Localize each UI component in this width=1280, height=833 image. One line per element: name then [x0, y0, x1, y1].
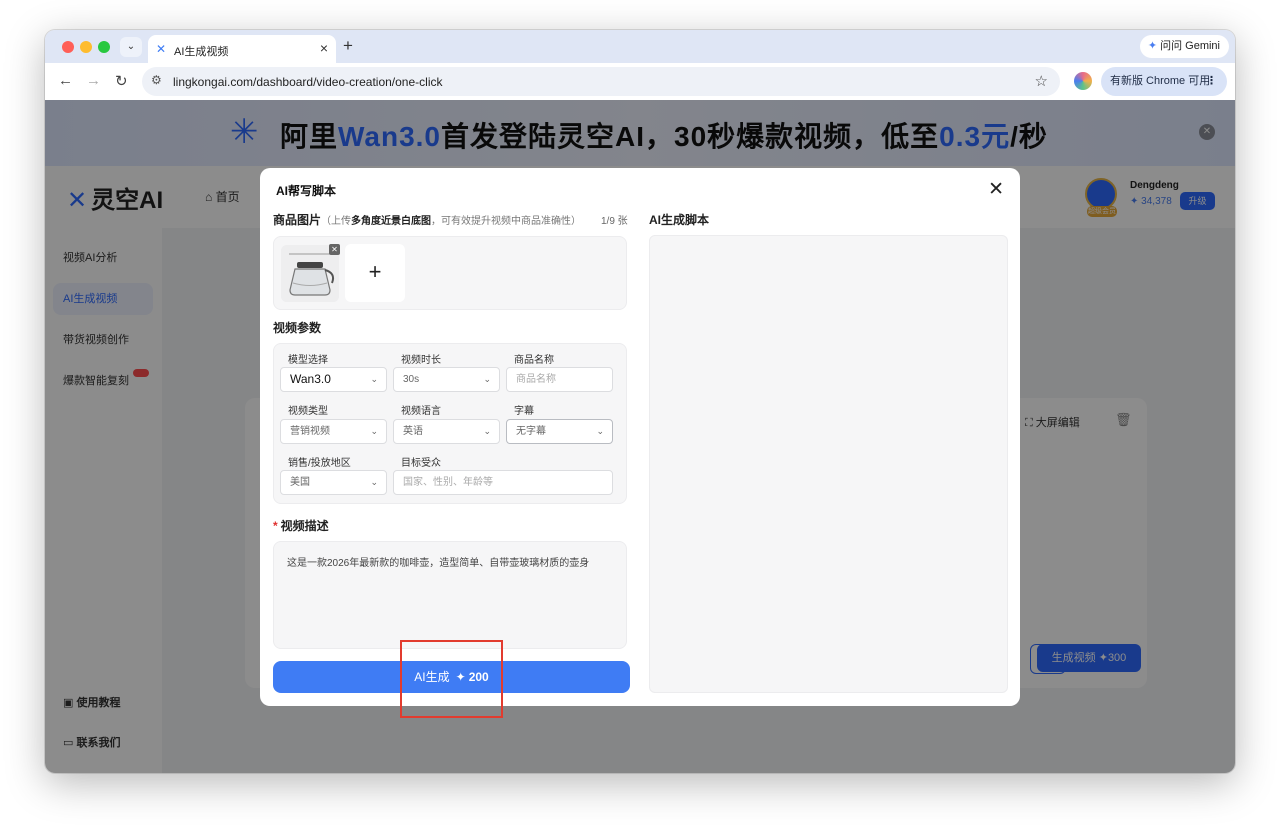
chevron-down-icon: ⌄: [483, 374, 491, 384]
plus-icon: +: [368, 259, 382, 284]
video-type-select[interactable]: 营销视频 ⌄: [280, 419, 387, 444]
bookmark-star-icon[interactable]: ☆: [1035, 72, 1048, 90]
url-text: lingkongai.com/dashboard/video-creation/…: [173, 75, 443, 89]
add-image-button[interactable]: +: [345, 244, 405, 302]
profile-avatar[interactable]: [1074, 72, 1092, 90]
chevron-down-icon: ⌄: [370, 426, 378, 436]
script-output-panel: [649, 235, 1008, 693]
params-label: 视频参数: [273, 321, 322, 335]
dialog-close-icon[interactable]: ✕: [988, 178, 1004, 201]
tab-close-icon[interactable]: ×: [320, 40, 328, 56]
region-select[interactable]: 美国 ⌄: [280, 470, 387, 495]
gemini-sparkle-icon: ✦: [1147, 40, 1158, 52]
language-select[interactable]: 英语 ⌄: [393, 419, 500, 444]
model-select[interactable]: Wan3.0 ⌄: [280, 367, 387, 392]
subtitle-select[interactable]: 无字幕 ⌄: [506, 419, 613, 444]
ai-script-dialog: AI帮写脚本 ✕ 商品图片（上传多角度近景白底图，可有效提升视频中商品准确性） …: [260, 168, 1020, 706]
back-arrow-icon[interactable]: ←: [58, 72, 73, 89]
desc-label: * 视频描述: [273, 519, 329, 533]
site-settings-icon[interactable]: ⚙: [151, 73, 162, 87]
tab-ai-video[interactable]: ✕ AI生成视频 ×: [148, 35, 336, 63]
address-bar[interactable]: ⚙ lingkongai.com/dashboard/video-creatio…: [142, 67, 1060, 96]
new-tab-icon[interactable]: +: [343, 36, 353, 56]
site-favicon-icon: ✕: [156, 42, 167, 56]
browser-toolbar: ← → ↻ ⚙ lingkongai.com/dashboard/video-c…: [45, 63, 1235, 100]
chevron-down-icon: ⌄: [596, 426, 604, 436]
language-label: 视频语言: [401, 406, 441, 417]
duration-label: 视频时长: [401, 355, 441, 366]
subtitle-label: 字幕: [514, 406, 534, 417]
product-name-input[interactable]: 商品名称: [506, 367, 613, 392]
gemini-label: 问问 Gemini: [1160, 40, 1220, 52]
required-mark: *: [273, 519, 278, 533]
chevron-down-icon: ⌄: [370, 374, 378, 384]
audience-label: 目标受众: [401, 458, 441, 469]
more-menu-icon[interactable]: ⋮: [1206, 67, 1217, 96]
tab-bar: ⌄ ✕ AI生成视频 × + ✦ 问问 Gemini: [45, 30, 1235, 63]
product-name-label: 商品名称: [514, 355, 554, 366]
region-label: 销售/投放地区: [288, 458, 351, 469]
reload-icon[interactable]: ↻: [115, 72, 128, 90]
chrome-update-button[interactable]: 有新版 Chrome 可用 ⋮: [1101, 67, 1227, 96]
product-images-label: 商品图片（上传多角度近景白底图，可有效提升视频中商品准确性）: [273, 213, 582, 227]
model-label: 模型选择: [288, 355, 328, 366]
duration-select[interactable]: 30s ⌄: [393, 367, 500, 392]
tab-title: AI生成视频: [174, 46, 229, 58]
maximize-window-button[interactable]: [98, 41, 110, 53]
close-window-button[interactable]: [62, 41, 74, 53]
audience-input[interactable]: 国家、性别、年龄等: [393, 470, 613, 495]
gemini-button[interactable]: ✦ 问问 Gemini: [1139, 35, 1229, 58]
forward-arrow-icon[interactable]: →: [86, 72, 101, 89]
chevron-down-icon: ⌄: [370, 477, 378, 487]
video-desc-textarea[interactable]: 这是一款2026年最新款的咖啡壶，造型简单、自带壶玻璃材质的壶身: [273, 541, 627, 649]
remove-image-icon[interactable]: ✕: [329, 244, 340, 255]
video-type-label: 视频类型: [288, 406, 328, 417]
image-counter: 1/9 张: [601, 216, 628, 227]
minimize-window-button[interactable]: [80, 41, 92, 53]
update-label: 有新版 Chrome 可用: [1110, 75, 1211, 87]
script-label: AI生成脚本: [649, 213, 710, 227]
annotation-highlight-box: [400, 640, 503, 718]
chevron-down-icon: ⌄: [483, 426, 491, 436]
dialog-title: AI帮写脚本: [276, 184, 337, 198]
tab-search-chevron-icon[interactable]: ⌄: [120, 37, 142, 57]
